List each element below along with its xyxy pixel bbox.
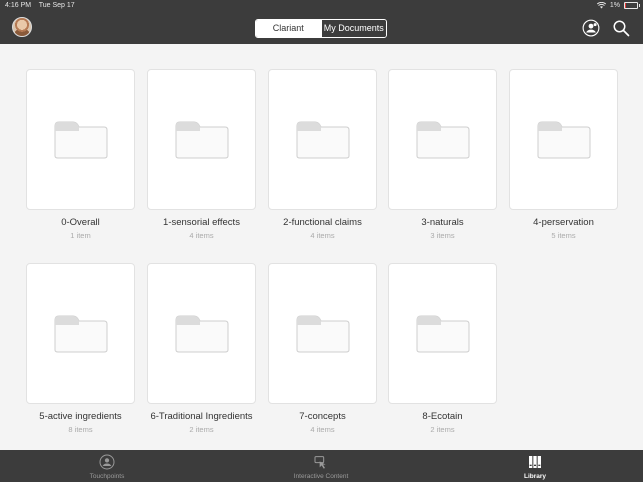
touchpoints-icon <box>99 454 115 470</box>
time-text: 4:16 PM <box>5 2 32 9</box>
folder-item-count: 1 item <box>70 231 91 240</box>
tab-bar: Touchpoints Interactive Content Library <box>0 450 643 482</box>
tab-label: Touchpoints <box>89 473 125 480</box>
nav-bar: Clariant My Documents <box>0 11 643 44</box>
folder-tile[interactable]: 8-Ecotain 2 items <box>388 263 497 434</box>
folder-card[interactable] <box>147 263 256 404</box>
folder-card[interactable] <box>509 69 618 210</box>
tab-library[interactable]: Library <box>490 452 580 480</box>
segment-my-documents[interactable]: My Documents <box>320 20 386 37</box>
folder-card[interactable] <box>388 263 497 404</box>
folder-icon <box>296 121 350 159</box>
folder-item-count: 4 items <box>310 425 335 434</box>
folder-item-count: 3 items <box>430 231 455 240</box>
battery-percent: 1% <box>609 2 620 9</box>
search-icon <box>613 20 630 37</box>
contacts-button[interactable] <box>582 19 600 37</box>
folder-card[interactable] <box>388 69 497 210</box>
folder-icon <box>537 121 591 159</box>
folder-name: 3-naturals <box>421 217 464 228</box>
folder-icon <box>296 315 350 353</box>
tab-label: Library <box>523 473 547 480</box>
folder-name: 1-sensorial effects <box>163 217 240 228</box>
folder-card[interactable] <box>268 263 377 404</box>
folder-tile[interactable]: 1-sensorial effects 4 items <box>147 69 256 240</box>
battery-icon <box>624 2 640 9</box>
folder-card[interactable] <box>26 69 135 210</box>
folder-tile[interactable]: 4-perservation 5 items <box>509 69 618 240</box>
date-text: Tue Sep 17 <box>38 2 75 9</box>
folder-icon <box>175 121 229 159</box>
folder-item-count: 2 items <box>189 425 214 434</box>
folder-item-count: 4 items <box>310 231 335 240</box>
interactive-content-icon <box>314 456 326 469</box>
segment-clariant[interactable]: Clariant <box>256 20 321 37</box>
folder-tile[interactable]: 0-Overall 1 item <box>26 69 135 240</box>
status-time: 4:16 PM Tue Sep 17 <box>5 0 75 11</box>
folder-item-count: 2 items <box>430 425 455 434</box>
folder-tile[interactable]: 3-naturals 3 items <box>388 69 497 240</box>
folder-icon <box>175 315 229 353</box>
folder-card[interactable] <box>268 69 377 210</box>
folder-card[interactable] <box>147 69 256 210</box>
folder-name: 4-perservation <box>533 217 594 228</box>
folder-item-count: 8 items <box>68 425 93 434</box>
folder-icon <box>54 121 108 159</box>
tab-touchpoints[interactable]: Touchpoints <box>62 452 152 480</box>
folder-icon <box>416 315 470 353</box>
folder-item-count: 5 items <box>551 231 576 240</box>
tab-interactive-content[interactable]: Interactive Content <box>276 452 366 480</box>
folder-item-count: 4 items <box>189 231 214 240</box>
folder-tile[interactable]: 7-concepts 4 items <box>268 263 377 434</box>
folder-tile[interactable]: 2-functional claims 4 items <box>268 69 377 240</box>
status-indicators: 1% <box>596 0 640 11</box>
folder-name: 5-active ingredients <box>39 411 122 422</box>
search-button[interactable] <box>612 19 630 37</box>
source-segmented-control[interactable]: Clariant My Documents <box>255 19 387 38</box>
library-icon <box>529 456 541 468</box>
folder-tile[interactable]: 5-active ingredients 8 items <box>26 263 135 434</box>
folder-name: 6-Traditional Ingredients <box>150 411 253 422</box>
folder-name: 7-concepts <box>299 411 346 422</box>
folder-icon <box>54 315 108 353</box>
folder-name: 0-Overall <box>61 217 100 228</box>
folder-icon <box>416 121 470 159</box>
folder-card[interactable] <box>26 263 135 404</box>
tab-label: Interactive Content <box>293 473 349 480</box>
folder-name: 8-Ecotain <box>422 411 463 422</box>
folder-name: 2-functional claims <box>283 217 362 228</box>
avatar[interactable] <box>12 17 32 37</box>
status-bar: 4:16 PM Tue Sep 17 1% <box>0 0 643 11</box>
people-circle-icon <box>582 19 600 37</box>
library-grid: 0-Overall 1 item 1-sensorial effects 4 i… <box>0 44 643 450</box>
wifi-icon <box>596 2 606 9</box>
folder-tile[interactable]: 6-Traditional Ingredients 2 items <box>147 263 256 434</box>
